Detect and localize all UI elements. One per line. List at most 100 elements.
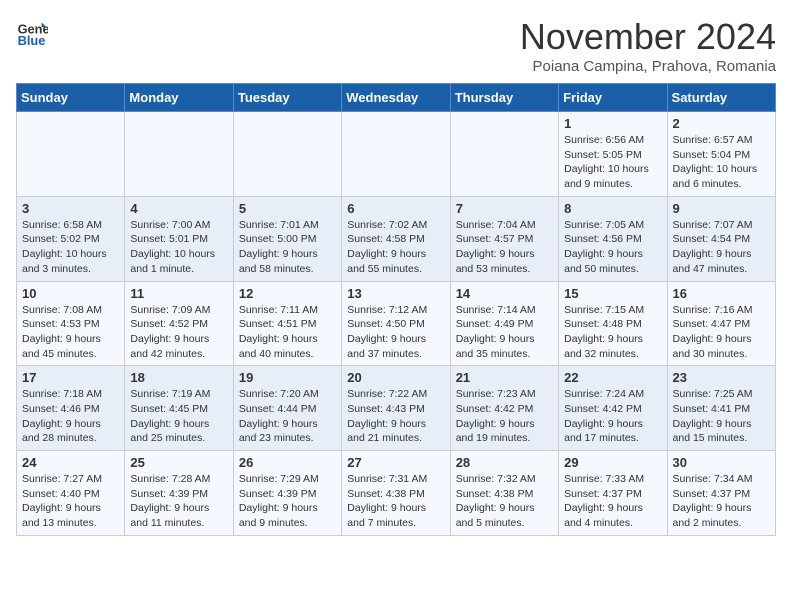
day-number: 7 bbox=[456, 201, 553, 216]
calendar-cell bbox=[450, 112, 558, 197]
day-number: 29 bbox=[564, 455, 661, 470]
calendar-header-tuesday: Tuesday bbox=[233, 84, 341, 112]
calendar-header-wednesday: Wednesday bbox=[342, 84, 450, 112]
day-number: 15 bbox=[564, 286, 661, 301]
calendar-cell: 4Sunrise: 7:00 AM Sunset: 5:01 PM Daylig… bbox=[125, 196, 233, 281]
calendar-cell: 10 Sunrise: 7:08 AM Sunset: 4:53 PM Dayli… bbox=[17, 281, 125, 366]
day-info: Sunrise: 7:02 AM Sunset: 4:58 PM Dayligh… bbox=[347, 218, 444, 277]
day-number: 1 bbox=[564, 116, 661, 131]
calendar-cell: 7Sunrise: 7:04 AM Sunset: 4:57 PM Daylig… bbox=[450, 196, 558, 281]
calendar-cell: 25 Sunrise: 7:28 AM Sunset: 4:39 PM Dayli… bbox=[125, 451, 233, 536]
day-info: Sunrise: 7:11 AM Sunset: 4:51 PM Dayligh… bbox=[239, 303, 336, 362]
calendar-cell bbox=[17, 112, 125, 197]
day-info: Sunrise: 7:34 AM Sunset: 4:37 PM Dayligh… bbox=[673, 472, 770, 531]
calendar-cell bbox=[125, 112, 233, 197]
calendar-cell: 21 Sunrise: 7:23 AM Sunset: 4:42 PM Dayli… bbox=[450, 366, 558, 451]
day-info: Sunrise: 7:01 AM Sunset: 5:00 PM Dayligh… bbox=[239, 218, 336, 277]
day-number: 26 bbox=[239, 455, 336, 470]
day-info: Sunrise: 7:32 AM Sunset: 4:38 PM Dayligh… bbox=[456, 472, 553, 531]
day-info: Sunrise: 7:18 AM Sunset: 4:46 PM Dayligh… bbox=[22, 387, 119, 446]
day-info: Sunrise: 7:19 AM Sunset: 4:45 PM Dayligh… bbox=[130, 387, 227, 446]
calendar-header-row: SundayMondayTuesdayWednesdayThursdayFrid… bbox=[17, 84, 776, 112]
calendar-cell: 23 Sunrise: 7:25 AM Sunset: 4:41 PM Dayli… bbox=[667, 366, 775, 451]
day-number: 4 bbox=[130, 201, 227, 216]
logo: General Blue bbox=[16, 16, 48, 48]
day-number: 8 bbox=[564, 201, 661, 216]
header: General Blue November 2024 Poiana Campin… bbox=[16, 16, 776, 75]
calendar-cell: 12 Sunrise: 7:11 AM Sunset: 4:51 PM Dayli… bbox=[233, 281, 341, 366]
calendar-header-friday: Friday bbox=[559, 84, 667, 112]
calendar-header-sunday: Sunday bbox=[17, 84, 125, 112]
calendar-header-saturday: Saturday bbox=[667, 84, 775, 112]
day-number: 2 bbox=[673, 116, 770, 131]
month-title: November 2024 bbox=[520, 16, 776, 58]
day-info: Sunrise: 7:05 AM Sunset: 4:56 PM Dayligh… bbox=[564, 218, 661, 277]
day-number: 12 bbox=[239, 286, 336, 301]
day-info: Sunrise: 6:57 AM Sunset: 5:04 PM Dayligh… bbox=[673, 133, 770, 192]
calendar-cell: 11Sunrise: 7:09 AM Sunset: 4:52 PM Dayli… bbox=[125, 281, 233, 366]
calendar-cell: 27 Sunrise: 7:31 AM Sunset: 4:38 PM Dayli… bbox=[342, 451, 450, 536]
day-number: 13 bbox=[347, 286, 444, 301]
day-info: Sunrise: 7:24 AM Sunset: 4:42 PM Dayligh… bbox=[564, 387, 661, 446]
calendar-cell: 15Sunrise: 7:15 AM Sunset: 4:48 PM Dayli… bbox=[559, 281, 667, 366]
day-number: 3 bbox=[22, 201, 119, 216]
day-info: Sunrise: 7:28 AM Sunset: 4:39 PM Dayligh… bbox=[130, 472, 227, 531]
calendar-cell: 14 Sunrise: 7:14 AM Sunset: 4:49 PM Dayli… bbox=[450, 281, 558, 366]
calendar-cell: 13 Sunrise: 7:12 AM Sunset: 4:50 PM Dayli… bbox=[342, 281, 450, 366]
day-info: Sunrise: 7:31 AM Sunset: 4:38 PM Dayligh… bbox=[347, 472, 444, 531]
calendar-cell: 3 Sunrise: 6:58 AM Sunset: 5:02 PM Daylig… bbox=[17, 196, 125, 281]
day-number: 16 bbox=[673, 286, 770, 301]
day-number: 22 bbox=[564, 370, 661, 385]
day-number: 10 bbox=[22, 286, 119, 301]
day-info: Sunrise: 7:09 AM Sunset: 4:52 PM Dayligh… bbox=[130, 303, 227, 362]
calendar-cell: 16 Sunrise: 7:16 AM Sunset: 4:47 PM Dayli… bbox=[667, 281, 775, 366]
calendar-body: 1 Sunrise: 6:56 AM Sunset: 5:05 PM Daylig… bbox=[17, 112, 776, 536]
day-info: Sunrise: 6:58 AM Sunset: 5:02 PM Dayligh… bbox=[22, 218, 119, 277]
day-info: Sunrise: 7:08 AM Sunset: 4:53 PM Dayligh… bbox=[22, 303, 119, 362]
day-info: Sunrise: 7:20 AM Sunset: 4:44 PM Dayligh… bbox=[239, 387, 336, 446]
day-info: Sunrise: 7:25 AM Sunset: 4:41 PM Dayligh… bbox=[673, 387, 770, 446]
calendar-header-monday: Monday bbox=[125, 84, 233, 112]
calendar-cell bbox=[342, 112, 450, 197]
subtitle: Poiana Campina, Prahova, Romania bbox=[520, 58, 776, 75]
calendar-cell: 8 Sunrise: 7:05 AM Sunset: 4:56 PM Daylig… bbox=[559, 196, 667, 281]
calendar-cell: 2 Sunrise: 6:57 AM Sunset: 5:04 PM Daylig… bbox=[667, 112, 775, 197]
day-number: 14 bbox=[456, 286, 553, 301]
calendar-cell: 17 Sunrise: 7:18 AM Sunset: 4:46 PM Dayli… bbox=[17, 366, 125, 451]
day-info: Sunrise: 7:12 AM Sunset: 4:50 PM Dayligh… bbox=[347, 303, 444, 362]
calendar-cell: 28Sunrise: 7:32 AM Sunset: 4:38 PM Dayli… bbox=[450, 451, 558, 536]
calendar-cell: 6 Sunrise: 7:02 AM Sunset: 4:58 PM Daylig… bbox=[342, 196, 450, 281]
calendar-cell: 19Sunrise: 7:20 AM Sunset: 4:44 PM Dayli… bbox=[233, 366, 341, 451]
day-number: 5 bbox=[239, 201, 336, 216]
day-number: 30 bbox=[673, 455, 770, 470]
day-number: 27 bbox=[347, 455, 444, 470]
day-number: 25 bbox=[130, 455, 227, 470]
calendar-cell: 30 Sunrise: 7:34 AM Sunset: 4:37 PM Dayli… bbox=[667, 451, 775, 536]
day-number: 21 bbox=[456, 370, 553, 385]
day-number: 24 bbox=[22, 455, 119, 470]
calendar-cell: 5 Sunrise: 7:01 AM Sunset: 5:00 PM Daylig… bbox=[233, 196, 341, 281]
calendar-cell: 18Sunrise: 7:19 AM Sunset: 4:45 PM Dayli… bbox=[125, 366, 233, 451]
calendar-week-row: 24Sunrise: 7:27 AM Sunset: 4:40 PM Dayli… bbox=[17, 451, 776, 536]
calendar-week-row: 10 Sunrise: 7:08 AM Sunset: 4:53 PM Dayli… bbox=[17, 281, 776, 366]
calendar-week-row: 1 Sunrise: 6:56 AM Sunset: 5:05 PM Daylig… bbox=[17, 112, 776, 197]
calendar-cell: 1 Sunrise: 6:56 AM Sunset: 5:05 PM Daylig… bbox=[559, 112, 667, 197]
day-info: Sunrise: 7:07 AM Sunset: 4:54 PM Dayligh… bbox=[673, 218, 770, 277]
day-number: 17 bbox=[22, 370, 119, 385]
day-info: Sunrise: 7:22 AM Sunset: 4:43 PM Dayligh… bbox=[347, 387, 444, 446]
calendar-cell: 22 Sunrise: 7:24 AM Sunset: 4:42 PM Dayli… bbox=[559, 366, 667, 451]
day-info: Sunrise: 7:14 AM Sunset: 4:49 PM Dayligh… bbox=[456, 303, 553, 362]
day-number: 20 bbox=[347, 370, 444, 385]
calendar-cell: 9 Sunrise: 7:07 AM Sunset: 4:54 PM Daylig… bbox=[667, 196, 775, 281]
day-number: 6 bbox=[347, 201, 444, 216]
day-info: Sunrise: 7:33 AM Sunset: 4:37 PM Dayligh… bbox=[564, 472, 661, 531]
logo-icon: General Blue bbox=[16, 16, 48, 48]
calendar-header-thursday: Thursday bbox=[450, 84, 558, 112]
day-info: Sunrise: 7:16 AM Sunset: 4:47 PM Dayligh… bbox=[673, 303, 770, 362]
day-info: Sunrise: 7:23 AM Sunset: 4:42 PM Dayligh… bbox=[456, 387, 553, 446]
day-number: 23 bbox=[673, 370, 770, 385]
calendar-cell bbox=[233, 112, 341, 197]
day-info: Sunrise: 6:56 AM Sunset: 5:05 PM Dayligh… bbox=[564, 133, 661, 192]
day-number: 9 bbox=[673, 201, 770, 216]
calendar-cell: 24Sunrise: 7:27 AM Sunset: 4:40 PM Dayli… bbox=[17, 451, 125, 536]
